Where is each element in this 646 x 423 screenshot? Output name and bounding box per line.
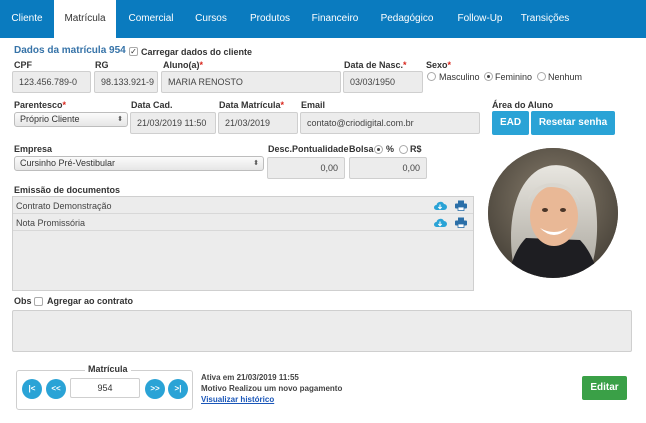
documents-list: Contrato Demonstração Nota Promissória [12, 196, 474, 291]
student-photo [488, 148, 618, 278]
email-field[interactable]: contato@criodigital.com.br [300, 112, 480, 134]
data-nasc-field[interactable]: 03/03/1950 [343, 71, 423, 93]
desc-pontualidade-label: Desc.Pontualidade [268, 144, 349, 154]
ead-button[interactable]: EAD [492, 111, 529, 135]
desc-pontualidade-field[interactable]: 0,00 [267, 157, 345, 179]
last-record-button[interactable]: >| [168, 379, 188, 399]
data-cad-label: Data Cad. [131, 100, 173, 110]
bolsa-percent-radio[interactable] [374, 145, 383, 154]
matricula-legend: Matrícula [85, 364, 131, 374]
printer-icon[interactable] [454, 200, 468, 211]
data-cad-field[interactable]: 21/03/2019 11:50 [130, 112, 216, 134]
tab-transicoes[interactable]: Transições [512, 0, 578, 38]
empresa-select[interactable]: Cursinho Pré-Vestibular ⬍ [14, 156, 264, 171]
select-arrows-icon: ⬍ [117, 116, 123, 123]
sexo-feminino-label: Feminino [495, 72, 533, 82]
data-matricula-label: Data Matrícula* [219, 100, 285, 110]
documentos-label: Emissão de documentos [14, 185, 121, 195]
printer-icon[interactable] [454, 217, 468, 228]
sexo-label: Sexo* [426, 60, 452, 70]
bolsa-rs-radio[interactable] [399, 145, 408, 154]
matricula-number-input[interactable]: 954 [70, 378, 140, 398]
tab-cliente[interactable]: Cliente [0, 0, 54, 38]
sexo-masculino-label: Masculino [439, 72, 480, 82]
tab-matricula[interactable]: Matrícula [54, 0, 116, 38]
sexo-feminino-radio[interactable] [484, 72, 493, 81]
data-matricula-field[interactable]: 21/03/2019 [218, 112, 298, 134]
rg-label: RG [95, 60, 109, 70]
aluno-label: Aluno(a)* [163, 60, 204, 70]
first-record-button[interactable]: |< [22, 379, 42, 399]
parentesco-select[interactable]: Próprio Cliente ⬍ [14, 112, 128, 127]
previous-record-button[interactable]: << [46, 379, 66, 399]
sexo-masculino-radio[interactable] [427, 72, 436, 81]
agregar-checkbox[interactable] [34, 297, 43, 306]
document-name: Contrato Demonstração [16, 201, 112, 211]
tab-financeiro[interactable]: Financeiro [304, 0, 366, 38]
list-item[interactable]: Contrato Demonstração [13, 198, 473, 214]
status-motivo: Motivo Realizou um novo pagamento [201, 384, 343, 393]
parentesco-value: Próprio Cliente [20, 114, 80, 124]
cpf-field[interactable]: 123.456.789-0 [12, 71, 91, 93]
cpf-label: CPF [14, 60, 32, 70]
empresa-label: Empresa [14, 144, 53, 154]
list-item[interactable]: Nota Promissória [13, 215, 473, 231]
sexo-nenhum-radio[interactable] [537, 72, 546, 81]
bolsa-percent-label: % [386, 144, 395, 154]
page-title: Dados da matrícula 954 [14, 45, 126, 56]
bolsa-rs-label: R$ [410, 144, 422, 154]
edit-button[interactable]: Editar [582, 376, 627, 400]
tab-comercial[interactable]: Comercial [116, 0, 186, 38]
sexo-nenhum-label: Nenhum [548, 72, 583, 82]
cloud-download-icon[interactable] [433, 217, 447, 228]
student-photo-image [488, 148, 618, 278]
top-nav: Cliente Matrícula Comercial Cursos Produ… [0, 0, 646, 38]
tab-follow-up[interactable]: Follow-Up [448, 0, 512, 38]
area-aluno-label: Área do Aluno [492, 100, 554, 110]
next-record-button[interactable]: >> [145, 379, 165, 399]
bolsa-label: Bolsa [349, 144, 374, 154]
bolsa-field[interactable]: 0,00 [349, 157, 427, 179]
tab-pedagogico[interactable]: Pedagógico [366, 0, 448, 38]
empresa-value: Cursinho Pré-Vestibular [20, 158, 116, 168]
aluno-field[interactable]: MARIA RENOSTO [161, 71, 341, 93]
parentesco-label: Parentesco* [14, 100, 67, 110]
obs-label: Obs [14, 296, 32, 306]
reset-password-button[interactable]: Resetar senha [531, 111, 615, 135]
obs-textarea[interactable] [12, 310, 632, 352]
agregar-label: Agregar ao contrato [47, 296, 134, 306]
tab-cursos[interactable]: Cursos [186, 0, 236, 38]
view-history-link[interactable]: Visualizar histórico [201, 395, 274, 404]
tab-produtos[interactable]: Produtos [236, 0, 304, 38]
load-client-checkbox[interactable]: ✓ [129, 47, 138, 56]
rg-field[interactable]: 98.133.921-9 [94, 71, 158, 93]
data-nasc-label: Data de Nasc.* [344, 60, 407, 70]
status-active: Ativa em 21/03/2019 11:55 [201, 373, 299, 382]
load-client-label: Carregar dados do cliente [141, 47, 253, 57]
cloud-download-icon[interactable] [433, 200, 447, 211]
select-arrows-icon: ⬍ [253, 160, 259, 167]
document-name: Nota Promissória [16, 218, 86, 228]
email-label: Email [301, 100, 326, 110]
